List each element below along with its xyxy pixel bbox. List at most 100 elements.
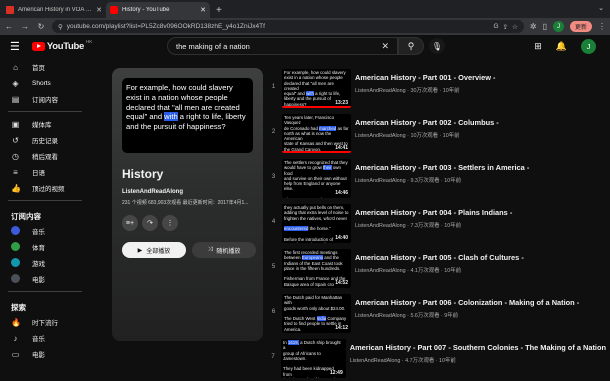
playlist-stats: 231 个视频 683,903次观看 最近更新时间：2017年4月1... <box>122 200 249 206</box>
thumbnail-caption: They had been kidnapped from <box>283 366 334 377</box>
thumbnail-caption: between <box>284 255 302 261</box>
search-input[interactable]: the making of a nation ✕ <box>167 37 398 55</box>
sidebar-item-home[interactable]: ⌂ 首页 <box>0 59 90 75</box>
back-icon[interactable]: ← <box>4 22 14 31</box>
reload-icon[interactable]: ↻ <box>36 22 46 31</box>
sidebar-item-subscriptions[interactable]: ▤ 订阅内容 <box>0 91 90 107</box>
sidebar-item-label: 电影 <box>32 352 45 359</box>
thumbnail-caption: help from England or anyone else. <box>284 181 341 192</box>
logo-country: HK <box>86 39 93 44</box>
more-button[interactable]: ⋮ <box>162 215 178 231</box>
sidebar-item-playlist[interactable]: ≡ 日语 <box>0 164 90 180</box>
search-button[interactable]: ⚲ <box>398 37 424 55</box>
sidebar-sub-sports[interactable]: 体育 <box>0 239 90 255</box>
chevron-down-icon[interactable]: ⌄ <box>598 4 604 12</box>
video-meta: ListenAndReadAlong · 4.7万次观看 · 10年前 <box>349 358 456 364</box>
library-icon: ▣ <box>11 119 20 129</box>
video-title[interactable]: American History - Part 002 - Columbus - <box>355 118 499 127</box>
sidebar-item-label: 音乐 <box>32 336 45 343</box>
playlist-video-row[interactable]: 5 The first recorded meetings between Euro… <box>266 244 606 289</box>
thumbnail-caption: the horse." <box>308 226 331 232</box>
video-thumbnail[interactable]: In 1619, a Dutch ship brought a group of … <box>281 339 346 378</box>
notifications-bell-icon[interactable]: 🔔 <box>556 41 567 52</box>
browser-tab-active[interactable]: History - YouTube ✕ <box>106 2 210 18</box>
playlist-video-row[interactable]: 3 The settlers recognized that they would … <box>266 154 606 199</box>
youtube-logo[interactable]: YouTube HK <box>31 39 93 52</box>
update-button[interactable]: 更新 <box>569 21 592 32</box>
sidebar-item-music[interactable]: ♪ 音乐 <box>0 330 90 346</box>
sidebar-item-label: 体育 <box>32 245 45 252</box>
sidebar-sub-music[interactable]: 音乐 <box>0 223 90 239</box>
thumbnail-caption: they actually put bells on them, <box>284 205 345 210</box>
close-icon[interactable]: ✕ <box>200 6 206 14</box>
new-tab-button[interactable]: + <box>216 5 222 16</box>
translate-icon[interactable]: G <box>494 23 499 30</box>
thumbnail-caption: and the <box>323 255 339 261</box>
thumbnail-caption: The Dutch paid for Manhattan with <box>284 295 343 306</box>
sidepanel-icon[interactable]: ▯ <box>543 22 547 31</box>
account-avatar[interactable]: J <box>581 39 596 54</box>
thumbnail-highlight: their <box>323 165 332 171</box>
playlist-channel[interactable]: ListenAndReadAlong <box>122 189 263 195</box>
sidebar-sub-gaming[interactable]: 游戏 <box>0 255 90 271</box>
sidebar-item-library[interactable]: ▣ 媒体库 <box>0 116 90 132</box>
video-thumbnail[interactable]: The settlers recognized that they would h… <box>282 159 351 198</box>
video-title[interactable]: American History - Part 004 - Plains Ind… <box>355 208 512 217</box>
sidebar-item-history[interactable]: ↺ 历史记录 <box>0 132 90 148</box>
playlist-video-list: 1 For example, how could slavery exist in … <box>266 64 606 379</box>
site-info-icon[interactable]: ⚲ <box>58 23 63 31</box>
video-title[interactable]: American History - Part 003 - Settlers i… <box>355 163 529 172</box>
clear-search-icon[interactable]: ✕ <box>381 41 389 52</box>
thumbnail-caption: Ten years later, Francisco Vasquez <box>284 115 335 126</box>
voice-search-button[interactable]: 🎙 <box>429 38 445 54</box>
forward-icon[interactable]: → <box>20 22 30 31</box>
liked-icon: 👍 <box>11 183 21 193</box>
extensions-icon[interactable]: ✲ <box>530 22 537 31</box>
video-thumbnail[interactable]: For example, how could slavery exist in a… <box>282 69 351 108</box>
video-duration: 14:12 <box>334 324 349 331</box>
thumbnail-caption: de Coronado had <box>284 125 320 131</box>
url-field[interactable]: ⚲ youtube.com/playlist?list=PL5Zc8v096OO… <box>52 20 524 33</box>
save-playlist-button[interactable]: ≡+ <box>122 215 138 231</box>
playlist-thumbnail[interactable]: For example, how could slavery exist in … <box>122 78 253 153</box>
share-button[interactable]: ↷ <box>142 215 158 231</box>
close-icon[interactable]: ✕ <box>96 6 102 14</box>
shuffle-button[interactable]: ⤨ 随机播放 <box>192 242 256 258</box>
playlist-video-row[interactable]: 7 In 1619, a Dutch ship brought a group of… <box>266 334 606 379</box>
more-vert-icon[interactable]: ⋮ <box>598 22 606 31</box>
sidebar-item-label: 媒体库 <box>32 122 52 129</box>
header-actions: ⊞ 🔔 J <box>534 39 596 54</box>
video-title[interactable]: American History - Part 007 - Southern C… <box>350 343 606 352</box>
video-title[interactable]: American History - Part 005 - Clash of C… <box>355 253 524 262</box>
add-to-library-icon: ≡+ <box>125 219 135 227</box>
video-info: American History - Part 006 - Colonizati… <box>355 298 579 319</box>
playlist-video-row[interactable]: 1 For example, how could slavery exist in … <box>266 64 606 109</box>
create-video-icon[interactable]: ⊞ <box>534 41 542 52</box>
playlist-video-row[interactable]: 2 Ten years later, Francisco Vasquez de Co… <box>266 109 606 154</box>
video-thumbnail[interactable]: The first recorded meetings between Europ… <box>282 249 351 288</box>
profile-avatar[interactable]: J <box>552 21 564 32</box>
playlist-video-row[interactable]: 6 The Dutch paid for Manhattan with goods … <box>266 289 606 334</box>
playlist-video-row[interactable]: 4 they actually put bells on them, adding … <box>266 199 606 244</box>
video-title[interactable]: American History - Part 001 - Overview - <box>355 73 495 82</box>
video-thumbnail[interactable]: The Dutch paid for Manhattan with goods w… <box>282 294 351 333</box>
sidebar-item-liked[interactable]: 👍 顶过的视频 <box>0 180 90 196</box>
video-thumbnail[interactable]: they actually put bells on them, adding t… <box>282 204 351 243</box>
sidebar-item-movies[interactable]: ▭ 电影 <box>0 346 90 362</box>
sidebar-item-shorts[interactable]: ◈ Shorts <box>0 75 90 91</box>
sidebar-item-label: 音乐 <box>32 229 45 236</box>
video-thumbnail[interactable]: Ten years later, Francisco Vasquez de Cor… <box>282 114 351 153</box>
thumbnail-caption: their homes by African traders and <box>283 377 341 378</box>
sidebar-item-watch-later[interactable]: ◷ 稍后观看 <box>0 148 90 164</box>
video-title[interactable]: American History - Part 006 - Colonizati… <box>355 298 579 307</box>
sidebar-item-trending[interactable]: 🔥 时下流行 <box>0 314 90 330</box>
channel-avatar-icon <box>11 225 20 237</box>
share-icon[interactable]: ⇪ <box>503 23 508 31</box>
thumbnail-caption: declared that "all men are created <box>284 80 334 91</box>
star-icon[interactable]: ☆ <box>512 23 518 31</box>
play-all-button[interactable]: ▶ 全部播放 <box>122 242 186 258</box>
hamburger-menu-icon[interactable]: ☰ <box>10 40 20 53</box>
browser-tab[interactable]: American History in VOA Spec ✕ <box>2 2 106 18</box>
sidebar-sub-movies[interactable]: 电影 <box>0 271 90 287</box>
video-duration: 14:40 <box>334 234 349 241</box>
